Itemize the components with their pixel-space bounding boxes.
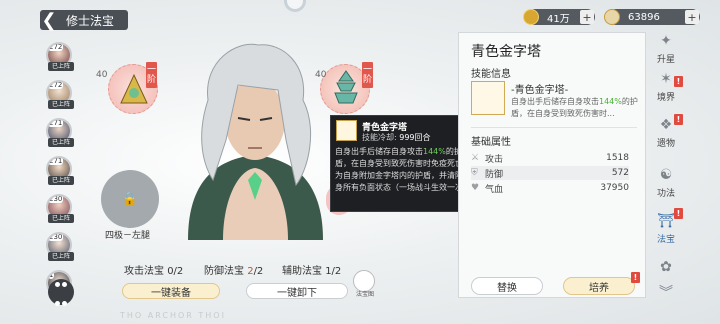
tooltip-cooldown: 技能冷却: 999回合 bbox=[362, 133, 431, 142]
add-coin-button[interactable]: + bbox=[580, 10, 594, 24]
skill-name: -青色金字塔- bbox=[511, 85, 569, 96]
deployed-badge: 已上阵 bbox=[48, 138, 74, 147]
relic-icon: ❖ bbox=[659, 117, 673, 133]
treasure-gallery-label: 法宝图 bbox=[356, 291, 375, 298]
basic-stats-header: 基础属性 bbox=[471, 137, 511, 148]
character-menu-button[interactable] bbox=[48, 279, 74, 306]
unequip-all-button[interactable]: 一键卸下 bbox=[246, 283, 348, 299]
divider bbox=[471, 127, 637, 128]
heart-icon: ♥ bbox=[471, 183, 480, 193]
deployed-badge: 已上阵 bbox=[48, 214, 74, 223]
notification-badge: ! bbox=[674, 76, 683, 87]
add-jade-button[interactable]: + bbox=[685, 10, 699, 24]
page-title: 修士法宝 bbox=[66, 14, 115, 28]
attack-count: 攻击法宝 0/2 bbox=[124, 266, 184, 277]
tier-badge: 一阶 bbox=[362, 62, 373, 88]
skill-description: 自身出手后储存自身攻击144%的护盾，在自身受到致死伤害时... bbox=[511, 97, 638, 118]
star-up-icon: ✦ bbox=[660, 33, 672, 49]
pyramid-icon bbox=[471, 81, 505, 115]
jade-resource: 63896 + bbox=[604, 9, 700, 25]
realm-icon: ✶ bbox=[660, 71, 672, 87]
jade-icon bbox=[604, 9, 620, 25]
stat-row: ⚔ 攻击 1518 bbox=[471, 153, 629, 165]
deployed-badge: 已上阵 bbox=[48, 100, 74, 109]
panel-title: 青色金字塔 bbox=[471, 44, 541, 60]
locked-slot-label: 四极－左腿 bbox=[105, 231, 151, 241]
watermark: THO ARCHOR THOI bbox=[120, 311, 226, 320]
coin-icon bbox=[523, 9, 539, 25]
nav-extra[interactable]: ✿ bbox=[648, 258, 684, 278]
tier-badge: 一阶 bbox=[146, 62, 157, 88]
shield-icon: ⛨ bbox=[471, 168, 478, 178]
notification-badge: ! bbox=[674, 208, 683, 219]
back-button[interactable]: ❮ bbox=[38, 9, 60, 31]
lock-icon: 🔒 bbox=[121, 191, 139, 207]
nav-technique[interactable]: ☯ 功法 bbox=[648, 166, 684, 199]
locked-slot[interactable]: 🔒 bbox=[101, 170, 159, 228]
deployed-badge: 已上阵 bbox=[48, 252, 74, 261]
defense-count: 防御法宝 2/2 bbox=[204, 266, 264, 277]
equip-all-button[interactable]: 一键装备 bbox=[122, 283, 220, 299]
slot-level: 40 bbox=[315, 70, 327, 80]
chevron-down-icon: ︾ bbox=[659, 285, 673, 301]
coin-resource: 41万 + bbox=[523, 9, 595, 25]
deployed-badge: 已上阵 bbox=[48, 62, 74, 71]
tooltip-description: 自身出手后储存自身攻击144%的护盾，在自身受到致死伤害时免疫死亡并为自身附加金… bbox=[335, 147, 471, 192]
stat-row: ♥ 气血 37950 bbox=[471, 183, 629, 195]
treasure-detail-panel: 青色金字塔 技能信息 -青色金字塔- 自身出手后储存自身攻击144%的护盾，在自… bbox=[458, 32, 646, 298]
deployed-badge: 已上阵 bbox=[48, 176, 74, 185]
slot-level: 40 bbox=[96, 70, 108, 80]
treasure-icon: ⛩ bbox=[657, 213, 675, 229]
extra-icon: ✿ bbox=[660, 259, 672, 275]
technique-icon: ☯ bbox=[659, 167, 673, 183]
support-count: 辅助法宝 1/2 bbox=[282, 266, 342, 277]
nav-star-up[interactable]: ✦ 升星 bbox=[648, 32, 684, 65]
sword-icon: ⚔ bbox=[471, 153, 480, 163]
notification-badge: ! bbox=[674, 114, 683, 125]
cultivate-button[interactable]: 培养 bbox=[563, 277, 635, 295]
notification-badge: ! bbox=[631, 272, 640, 283]
skill-tooltip: 青色金字塔 技能冷却: 999回合 自身出手后储存自身攻击144%的护盾，在自身… bbox=[330, 115, 474, 212]
skill-info-header: 技能信息 bbox=[471, 69, 511, 80]
character-list: 272 272 271 271 230 230 1 bbox=[46, 42, 76, 308]
pyramid-icon bbox=[336, 120, 357, 141]
nav-scroll-down[interactable]: ︾ bbox=[648, 284, 684, 304]
replace-button[interactable]: 替换 bbox=[471, 277, 543, 295]
stat-row: ⛨ 防御 572 bbox=[471, 166, 629, 180]
